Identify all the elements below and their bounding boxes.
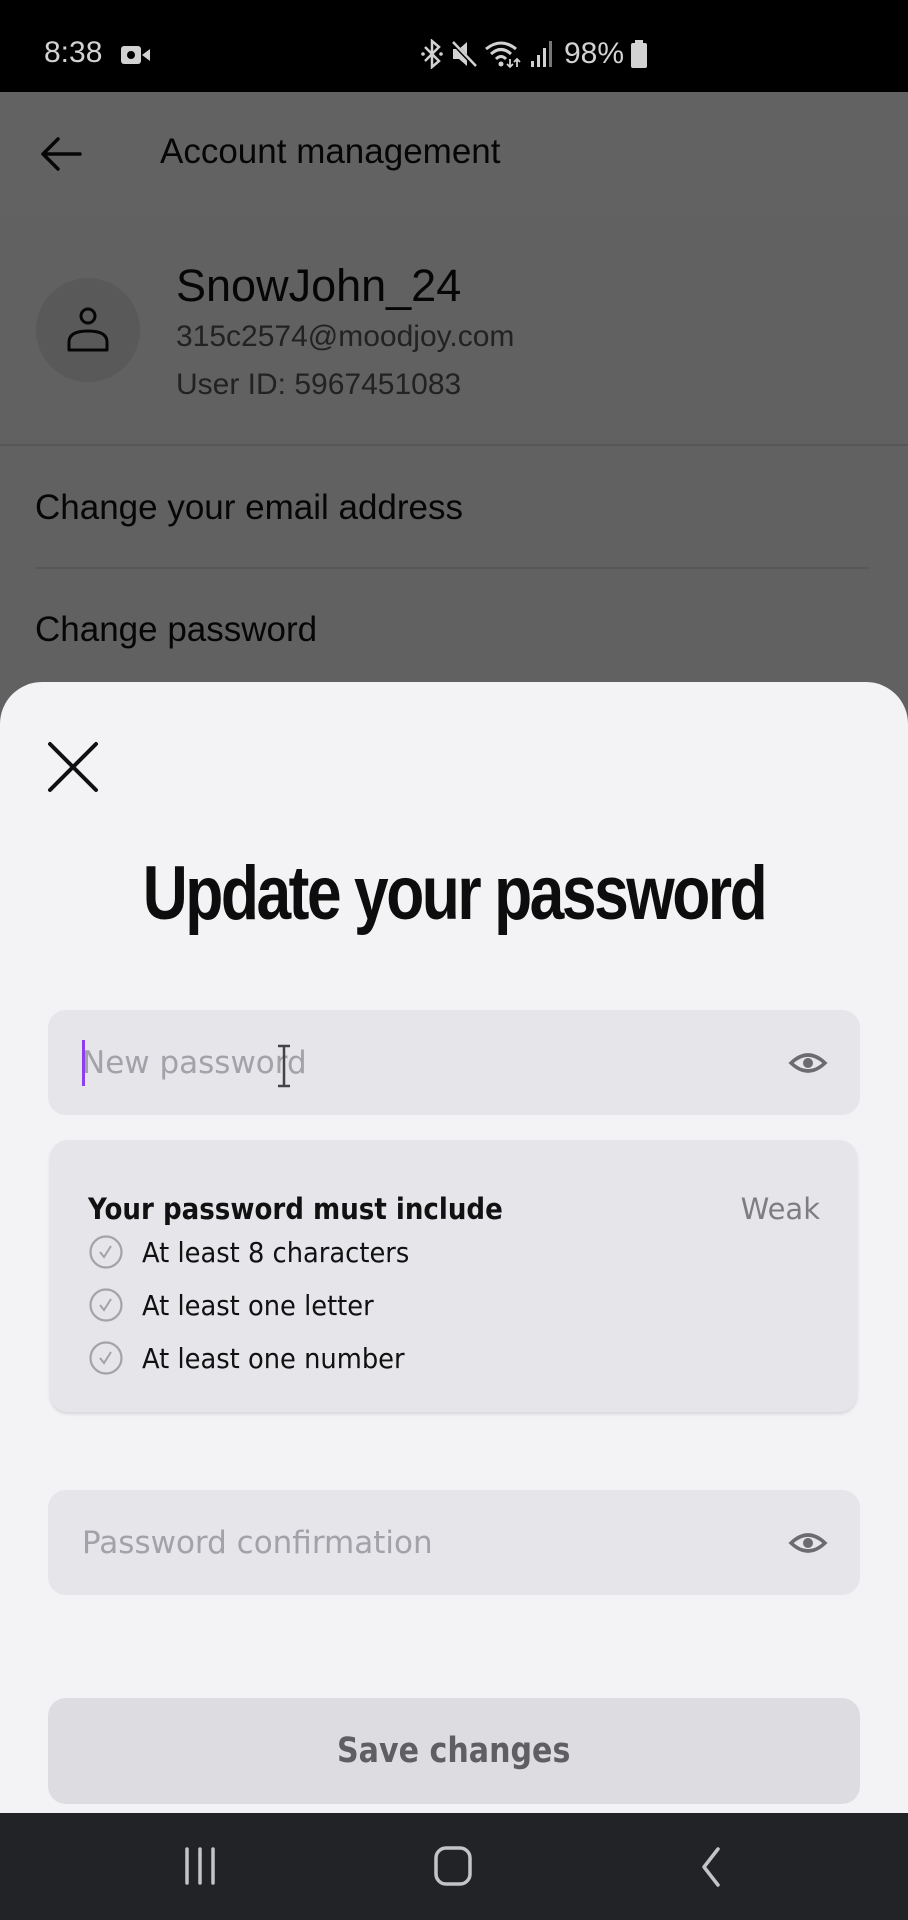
requirement-label: At least one number [142, 1341, 405, 1375]
eye-icon[interactable] [788, 1043, 828, 1083]
save-changes-label: Save changes [337, 1731, 571, 1771]
signal-icon [531, 41, 552, 67]
eye-icon[interactable] [788, 1523, 828, 1563]
mouse-ibeam-cursor [278, 1044, 290, 1088]
recents-icon[interactable] [170, 1841, 230, 1891]
status-bar: 8:38 98% [0, 0, 908, 92]
confirm-password-input[interactable] [82, 1490, 762, 1595]
requirement-label: At least 8 characters [142, 1235, 410, 1269]
screen-record-icon [121, 46, 150, 64]
check-circle-icon [89, 1341, 123, 1375]
system-nav-bar [0, 1813, 908, 1920]
new-password-input[interactable] [82, 1010, 762, 1115]
close-icon[interactable] [40, 734, 106, 800]
check-circle-icon [89, 1288, 123, 1322]
save-changes-button[interactable]: Save changes [48, 1698, 860, 1804]
status-icons: 98% [420, 36, 648, 72]
password-requirements: Your password must include Weak At least… [50, 1140, 857, 1412]
bluetooth-icon [421, 39, 443, 69]
requirement-label: At least one letter [142, 1288, 374, 1322]
requirement-item: At least one number [88, 1338, 427, 1378]
update-password-sheet: Update your password Your password must … [0, 682, 908, 1813]
home-icon[interactable] [423, 1841, 483, 1891]
requirement-item: At least one letter [88, 1285, 394, 1325]
confirm-password-field[interactable] [48, 1490, 860, 1595]
strength-label: Weak [740, 1192, 820, 1226]
new-password-field[interactable] [48, 1010, 860, 1115]
check-circle-icon [89, 1235, 123, 1269]
sheet-title: Update your password [142, 851, 768, 936]
requirement-item: At least 8 characters [88, 1232, 433, 1272]
battery-icon [631, 40, 648, 68]
wifi-icon [485, 41, 521, 69]
requirements-title: Your password must include [88, 1192, 503, 1226]
back-nav-icon[interactable] [680, 1841, 740, 1891]
status-time: 8:38 [44, 36, 103, 69]
mute-icon [450, 40, 478, 69]
battery-percent: 98% [564, 37, 625, 70]
